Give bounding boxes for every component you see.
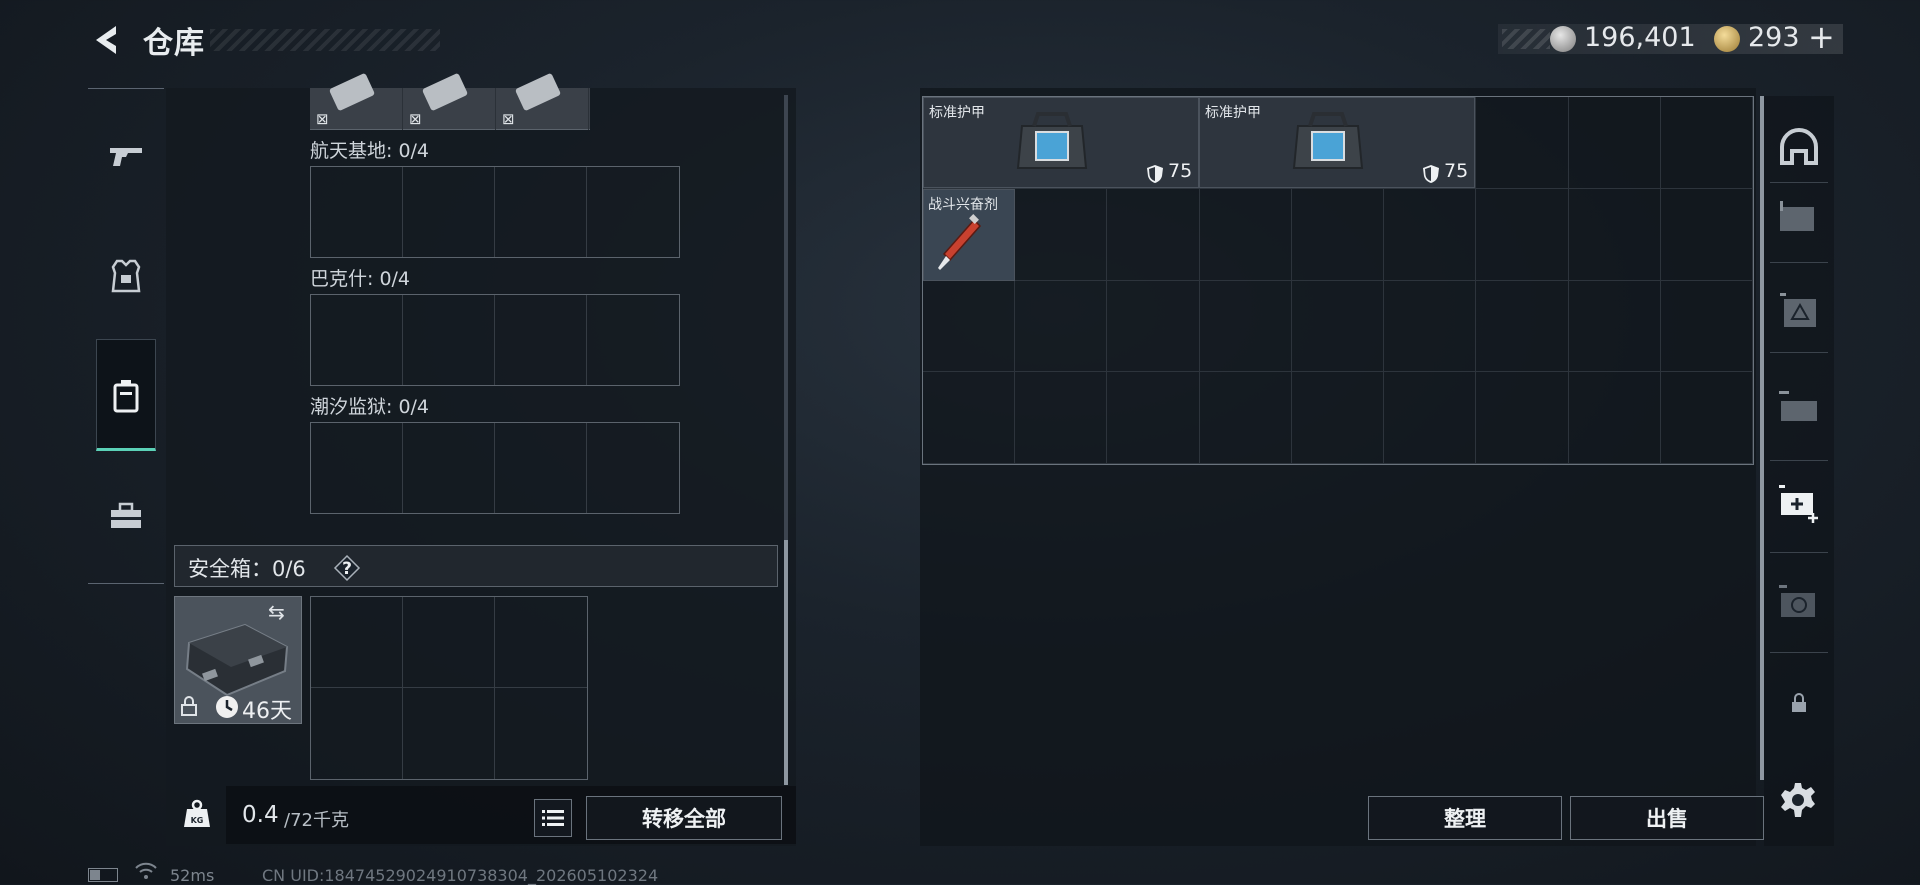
syringe-icon (938, 214, 982, 270)
helmet-tab-icon (1780, 128, 1818, 165)
storage-3-icon (1779, 391, 1817, 421)
weight-max: /72千克 (284, 810, 349, 831)
tab-separator (1770, 352, 1828, 353)
gun-icon (110, 148, 142, 166)
storage-2-icon (1780, 293, 1816, 327)
slot-label-aerospace-base: 航天基地: 0/4 (310, 140, 430, 162)
armor-plate-icon (328, 72, 376, 112)
equipped-item[interactable]: ⊠ (403, 72, 496, 130)
category-gun[interactable] (96, 126, 156, 186)
armor-bag-icon (1292, 112, 1364, 169)
tab-storage-2[interactable] (1772, 284, 1826, 338)
safebox-label: 安全箱：0/6 (188, 557, 306, 581)
item-name: 标准护甲 (1205, 105, 1261, 121)
weight-icon: KG (182, 799, 212, 829)
tab-separator (1770, 552, 1828, 553)
storage-4-icon (1779, 585, 1815, 617)
slot-label-bakhsh: 巴克什: 0/4 (310, 268, 411, 290)
slot-grid-aerospace-base[interactable] (310, 166, 680, 258)
tab-storage-add[interactable] (1772, 476, 1826, 530)
armor-value: 75 (1168, 160, 1193, 182)
storage-item-standard-armor[interactable]: 标准护甲 75 (1199, 97, 1475, 188)
gold-coin-icon (1714, 26, 1740, 52)
tab-separator (1770, 262, 1828, 263)
item-name: 标准护甲 (929, 105, 985, 121)
safebox-grid[interactable] (310, 596, 588, 780)
list-icon (542, 810, 564, 826)
shield-icon (1423, 165, 1439, 183)
category-armor[interactable] (96, 246, 156, 306)
armor-value: 75 (1444, 160, 1469, 182)
svg-text:KG: KG (191, 816, 204, 825)
add-currency-button[interactable]: + (1808, 18, 1835, 56)
storage-1-icon (1780, 201, 1814, 231)
silver-amount: 196,401 (1584, 22, 1696, 53)
equipped-items-row: ⊠ ⊠ ⊠ (310, 72, 590, 130)
gold-amount: 293 (1748, 22, 1800, 53)
storage-item-combat-stimulant[interactable]: 战斗兴奋剂 (923, 189, 1015, 281)
settings-button[interactable] (1778, 780, 1818, 820)
tab-separator (1770, 182, 1828, 183)
tab-helmet[interactable] (1772, 120, 1826, 174)
storage-add-icon (1779, 485, 1818, 523)
armor-vest-icon (111, 259, 141, 293)
page-title: 仓库 (143, 26, 205, 61)
shield-icon (1147, 165, 1163, 183)
tab-storage-3[interactable] (1772, 380, 1826, 434)
ping-text: 52ms (170, 866, 215, 885)
equipped-item[interactable]: ⊠ (310, 72, 403, 130)
tab-locked[interactable] (1772, 676, 1826, 730)
armor-plate-icon (421, 72, 469, 112)
unavailable-icon: ⊠ (409, 110, 422, 128)
slot-grid-bakhsh[interactable] (310, 294, 680, 386)
sort-button[interactable]: 整理 (1368, 796, 1562, 840)
tab-storage-4[interactable] (1772, 576, 1826, 630)
slot-grid-tidal-prison[interactable] (310, 422, 680, 514)
category-toolbox[interactable] (96, 486, 156, 546)
sell-button[interactable]: 出售 (1570, 796, 1764, 840)
toolbox-icon (111, 502, 141, 528)
safebox-duration: 46天 (242, 699, 292, 724)
unavailable-icon: ⊠ (316, 110, 329, 128)
tab-separator (1770, 460, 1828, 461)
silver-coin-icon (1550, 26, 1576, 52)
wifi-icon (134, 862, 158, 885)
title-decoration (210, 29, 440, 51)
armor-plate-icon (514, 72, 562, 112)
uid-text: CN UID:18474529024910738304_202605102324 (262, 866, 659, 885)
slot-label-tidal-prison: 潮汐监狱: 0/4 (310, 396, 430, 418)
category-backpack[interactable] (96, 366, 156, 426)
help-button[interactable]: ? (333, 554, 361, 582)
help-mark: ? (342, 559, 352, 579)
swap-icon[interactable]: ⇆ (268, 600, 285, 624)
armor-bag-icon (1016, 112, 1088, 169)
unavailable-icon: ⊠ (502, 110, 515, 128)
lock-icon (1792, 693, 1806, 712)
back-button[interactable] (86, 20, 126, 60)
tab-separator (1770, 652, 1828, 653)
weight-current: 0.4 (242, 802, 279, 828)
item-name: 战斗兴奋剂 (928, 197, 998, 213)
left-scrollbar-thumb[interactable] (784, 540, 788, 785)
storage-item-standard-armor[interactable]: 标准护甲 75 (923, 97, 1199, 188)
gear-icon (1781, 783, 1815, 817)
backpack-icon (113, 380, 139, 413)
transfer-all-button[interactable]: 转移全部 (586, 796, 782, 840)
back-arrow-icon (96, 26, 116, 54)
list-view-button[interactable] (534, 799, 572, 837)
help-icon: ? (333, 554, 361, 582)
currency-decoration (1502, 29, 1550, 49)
clock-icon (216, 696, 238, 718)
tab-storage-1[interactable] (1772, 190, 1826, 244)
equipped-item[interactable]: ⊠ (496, 72, 589, 130)
battery-level (90, 870, 100, 880)
lock-icon (180, 696, 198, 720)
